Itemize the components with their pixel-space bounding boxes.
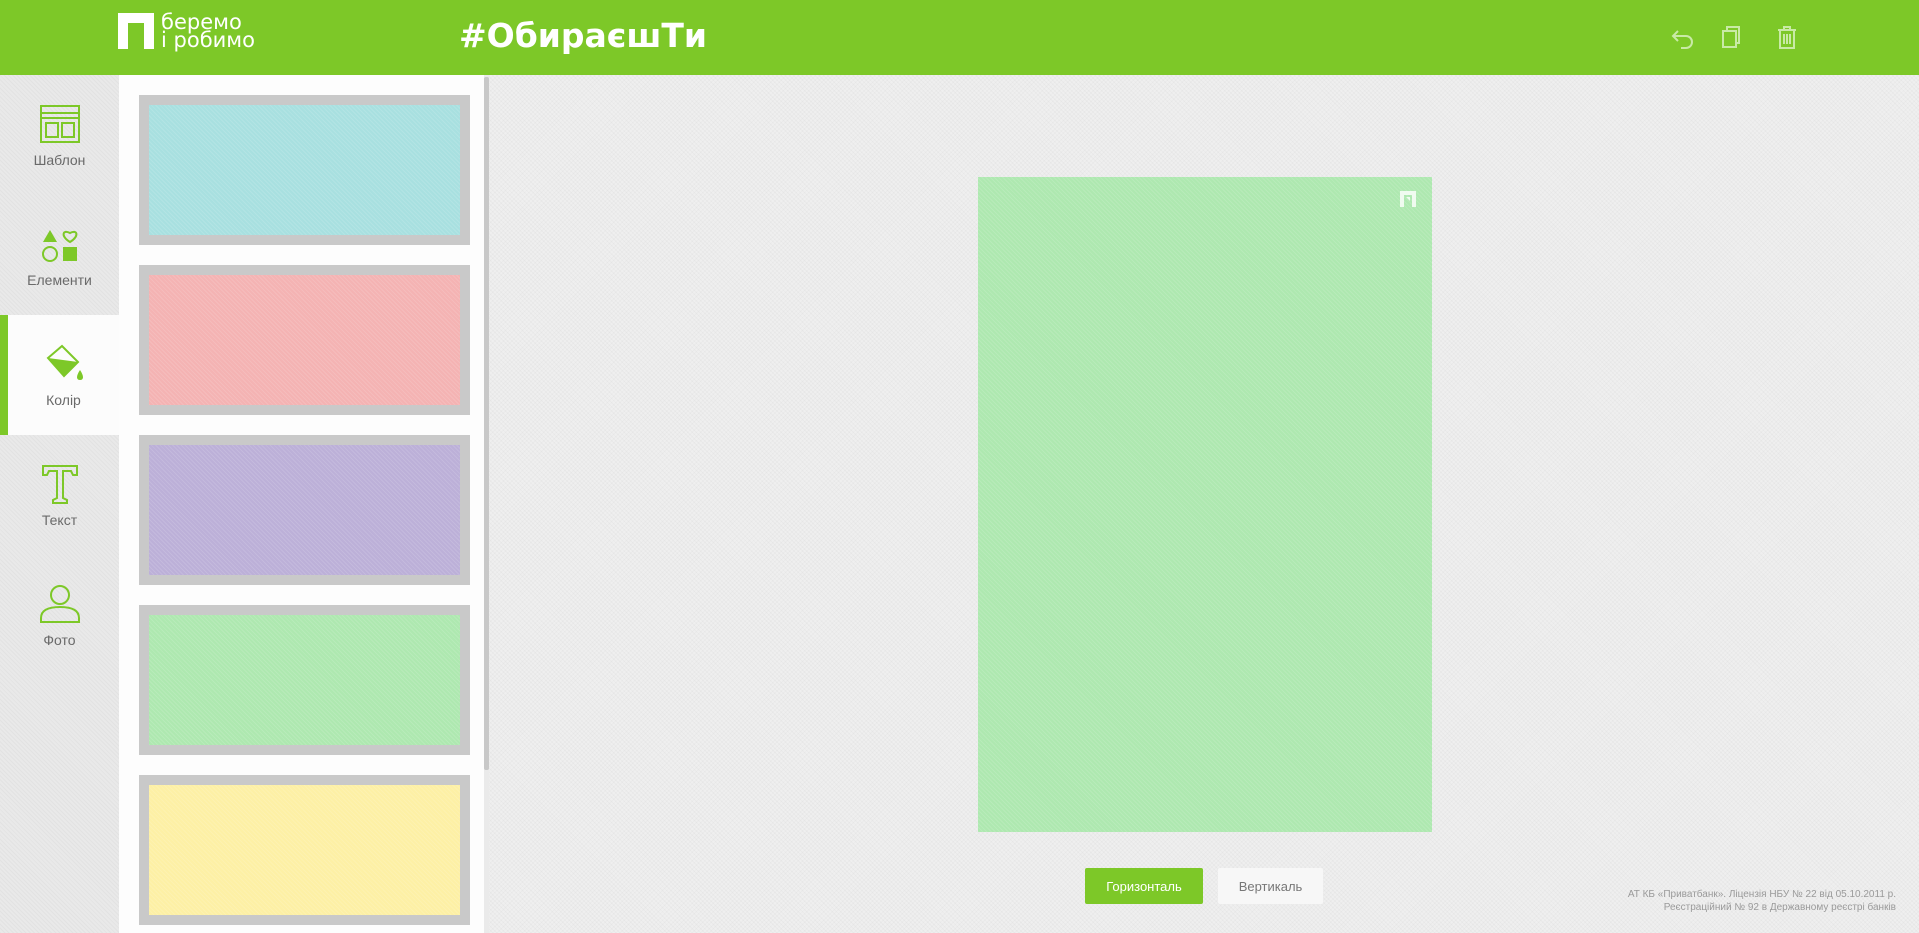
sidebar-item-photo[interactable]: Фото — [0, 555, 119, 675]
legal-line-1: АТ КБ «Приватбанк». Ліцензія НБУ № 22 ві… — [1627, 889, 1896, 900]
swatch-fill — [149, 275, 460, 405]
paint-bucket-icon — [46, 344, 83, 380]
swatch-fill — [149, 615, 460, 745]
trash-icon[interactable] — [1770, 20, 1804, 54]
shapes-icon — [41, 230, 77, 262]
color-swatch[interactable] — [139, 605, 470, 755]
color-swatch[interactable] — [139, 435, 470, 585]
canvas-logo-icon — [1400, 191, 1416, 207]
design-canvas[interactable] — [978, 177, 1432, 832]
swatch-fill — [149, 105, 460, 235]
logo-line2: і робимо — [161, 28, 255, 52]
swatch-fill — [149, 785, 460, 915]
swatch-fill — [149, 445, 460, 575]
brand-logo[interactable]: беремо і робимо — [118, 12, 255, 52]
color-swatch[interactable] — [139, 95, 470, 245]
panel-scrollbar-thumb[interactable] — [484, 77, 489, 770]
vertical-orientation-button[interactable]: Вертикаль — [1218, 868, 1323, 904]
horizontal-orientation-button[interactable]: Горизонталь — [1085, 868, 1203, 904]
sidebar-item-color[interactable]: Колір — [0, 315, 119, 435]
text-icon — [41, 465, 78, 504]
sidebar-item-label: Колір — [46, 392, 81, 408]
sidebar-item-template[interactable]: Шаблон — [0, 75, 119, 195]
color-swatch[interactable] — [139, 775, 470, 925]
campaign-title: #ОбираєшТи — [459, 16, 707, 55]
legal-footer: АТ КБ «Приватбанк». Ліцензія НБУ № 22 ві… — [1628, 888, 1896, 914]
undo-icon[interactable] — [1666, 20, 1700, 54]
privatbank-logo-icon — [118, 13, 154, 49]
sidebar-item-label: Елементи — [27, 272, 92, 288]
sidebar-item-text[interactable]: Текст — [0, 435, 119, 555]
template-icon — [39, 105, 80, 143]
sidebar-item-label: Шаблон — [33, 152, 86, 168]
sidebar-item-label: Фото — [43, 632, 76, 648]
color-swatch[interactable] — [139, 265, 470, 415]
copy-icon[interactable] — [1714, 20, 1748, 54]
logo-text: беремо і робимо — [161, 12, 255, 52]
sidebar-item-label: Текст — [41, 512, 78, 528]
sidebar-item-elements[interactable]: Елементи — [0, 195, 119, 315]
top-header: беремо і робимо #ОбираєшТи — [0, 0, 1919, 75]
user-icon — [39, 585, 80, 623]
legal-line-2: Реєстраційний № 92 в Державному реєстрі … — [1663, 902, 1896, 913]
tool-sidebar: Шаблон Елементи Колір Текст Фото — [0, 75, 119, 933]
